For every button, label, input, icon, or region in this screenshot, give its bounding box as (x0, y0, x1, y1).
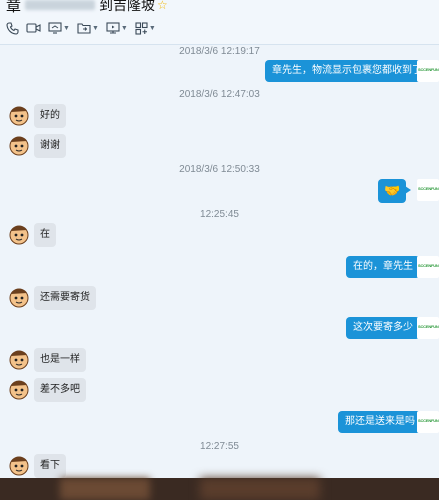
remote-desktop-icon[interactable]: ▼ (106, 20, 128, 36)
message-bubble-incoming[interactable]: 还需要寄货 (34, 286, 96, 310)
chat-toolbar: ▼ ▼ ▼ ▼ (6, 20, 163, 36)
shop-avatar[interactable]: SCCENFUN (417, 317, 439, 339)
chat-header: 章 到吉隆坡 ☆ ▼ ▼ ▼ ▼ (0, 0, 439, 45)
message-bubble-incoming[interactable]: 在 (34, 223, 56, 247)
background-blur (200, 478, 320, 500)
chat-title: 章 到吉隆坡 ☆ (6, 0, 168, 15)
message-bubble-outgoing[interactable]: 在的，章先生 (346, 256, 425, 278)
customer-avatar[interactable] (8, 286, 30, 308)
message-bubble-outgoing[interactable]: 那还是送来是吗 (338, 411, 427, 433)
shop-avatar[interactable]: SCCENFUN (417, 256, 439, 278)
customer-avatar[interactable] (8, 223, 30, 245)
title-text: 到吉隆坡 (99, 0, 156, 13)
message-bubble-incoming[interactable]: 好的 (34, 104, 66, 128)
brand-text: SCCENFUN (418, 67, 439, 72)
chevron-down-icon[interactable]: ▼ (63, 25, 70, 32)
background-blur (60, 478, 150, 500)
handshake-emoji-bubble[interactable]: 🤝 (378, 179, 412, 203)
timestamp: 2018/3/6 12:19:17 (179, 46, 260, 57)
folder-icon[interactable]: ▼ (77, 20, 99, 36)
timestamp: 2018/3/6 12:47:03 (179, 89, 260, 100)
message-list[interactable]: 2018/3/6 12:19:17 章先生，物流显示包裹您都收到了啊 SCCEN… (0, 44, 439, 500)
message-bubble-incoming[interactable]: 也是一样 (34, 348, 86, 372)
shop-avatar[interactable]: SCCENFUN (417, 179, 439, 201)
timestamp: 12:27:55 (200, 441, 239, 452)
message-bubble-outgoing[interactable]: 章先生，物流显示包裹您都收到了啊 (265, 60, 439, 82)
chevron-down-icon[interactable]: ▼ (149, 25, 156, 32)
screen-share-icon[interactable]: ▼ (48, 20, 70, 36)
title-prefix: 章 (6, 0, 22, 15)
customer-avatar[interactable] (8, 134, 30, 156)
customer-avatar[interactable] (8, 378, 30, 400)
timestamp: 12:25:45 (200, 209, 239, 220)
star-icon[interactable]: ☆ (157, 0, 168, 12)
chevron-down-icon[interactable]: ▼ (92, 25, 99, 32)
redacted-name (25, 0, 96, 10)
brand-text: SCCENFUN (418, 186, 439, 191)
customer-avatar[interactable] (8, 348, 30, 370)
phone-icon[interactable] (6, 20, 19, 36)
video-icon[interactable] (26, 20, 41, 36)
brand-text: SCCENFUN (418, 418, 439, 423)
shop-avatar[interactable]: SCCENFUN (417, 60, 439, 82)
shop-avatar[interactable]: SCCENFUN (417, 411, 439, 433)
brand-text: SCCENFUN (418, 324, 439, 329)
customer-avatar[interactable] (8, 104, 30, 126)
timestamp: 2018/3/6 12:50:33 (179, 164, 260, 175)
message-bubble-outgoing[interactable]: 这次要寄多少 (346, 317, 425, 339)
desktop-background-strip (0, 478, 439, 500)
brand-text: SCCENFUN (418, 263, 439, 268)
message-bubble-incoming[interactable]: 看下 (34, 454, 66, 478)
customer-avatar[interactable] (8, 454, 30, 476)
message-bubble-incoming[interactable]: 谢谢 (34, 134, 66, 158)
apps-icon[interactable]: ▼ (135, 20, 156, 36)
message-bubble-incoming[interactable]: 差不多吧 (34, 378, 86, 402)
chevron-down-icon[interactable]: ▼ (121, 25, 128, 32)
